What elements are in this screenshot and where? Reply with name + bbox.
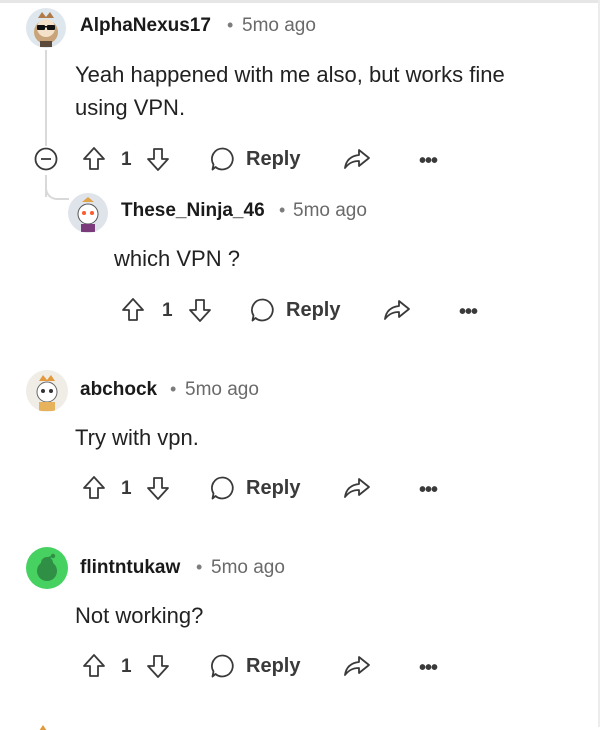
share-button[interactable] — [343, 654, 371, 678]
avatar[interactable] — [26, 8, 66, 48]
reply-label: Reply — [286, 298, 341, 321]
upvote-button[interactable] — [82, 653, 106, 679]
timestamp[interactable]: 5mo ago — [211, 557, 285, 579]
more-options-button[interactable]: ••• — [419, 479, 438, 502]
avatar[interactable] — [26, 370, 68, 412]
comment-body-line: Try with vpn. — [75, 425, 199, 450]
more-options-button[interactable]: ••• — [419, 150, 438, 173]
timestamp[interactable]: 5mo ago — [185, 379, 259, 401]
share-button[interactable] — [343, 476, 371, 500]
vote-count: 1 — [121, 149, 132, 170]
reply-bubble-icon — [250, 297, 276, 323]
upvote-button[interactable] — [121, 297, 145, 323]
downvote-arrow-icon — [146, 146, 170, 172]
reply-label: Reply — [246, 147, 301, 170]
vote-count: 1 — [162, 300, 173, 321]
timestamp[interactable]: 5mo ago — [293, 200, 367, 222]
timestamp[interactable]: 5mo ago — [242, 15, 316, 37]
collapse-button[interactable] — [34, 147, 58, 171]
comment-body-line: Yeah happened with me also, but works fi… — [75, 62, 505, 87]
upvote-arrow-icon — [121, 297, 145, 323]
avatar-image — [39, 725, 47, 730]
reply-bubble-icon — [210, 653, 236, 679]
upvote-button[interactable] — [82, 475, 106, 501]
upvote-arrow-icon — [82, 475, 106, 501]
reply-label: Reply — [246, 654, 301, 677]
reply-bubble-icon — [210, 146, 236, 172]
top-divider — [0, 0, 600, 3]
avatar[interactable] — [68, 193, 108, 233]
vote-count: 1 — [121, 656, 132, 677]
upvote-arrow-icon — [82, 653, 106, 679]
reply-button[interactable]: Reply — [210, 475, 300, 501]
thread-line — [45, 50, 47, 146]
username[interactable]: AlphaNexus17 — [80, 15, 211, 37]
avatar[interactable] — [26, 547, 68, 589]
downvote-arrow-icon — [146, 475, 170, 501]
separator-dot: • — [279, 200, 286, 220]
upvote-arrow-icon — [82, 146, 106, 172]
downvote-arrow-icon — [188, 297, 212, 323]
share-button[interactable] — [383, 298, 411, 322]
separator-dot: • — [170, 379, 177, 399]
downvote-button[interactable] — [146, 475, 170, 501]
share-arrow-icon — [383, 298, 411, 322]
avatar-image — [36, 375, 58, 411]
username[interactable]: flintntukaw — [80, 557, 180, 579]
more-options-button[interactable]: ••• — [459, 301, 478, 324]
more-options-button[interactable]: ••• — [419, 657, 438, 680]
share-arrow-icon — [343, 147, 371, 171]
comment-body-line: using VPN. — [75, 95, 186, 120]
vote-count: 1 — [121, 478, 132, 499]
separator-dot: • — [196, 557, 203, 577]
avatar-image — [77, 197, 99, 232]
username[interactable]: abchock — [80, 379, 157, 401]
reply-button[interactable]: Reply — [250, 297, 340, 323]
downvote-button[interactable] — [188, 297, 212, 323]
separator-dot: • — [227, 15, 234, 35]
comment-body-line: which VPN ? — [114, 246, 240, 271]
downvote-button[interactable] — [146, 653, 170, 679]
avatar-image — [34, 12, 58, 47]
share-button[interactable] — [343, 147, 371, 171]
next-comment-avatar-partial — [30, 718, 56, 730]
share-arrow-icon — [343, 476, 371, 500]
reply-connector — [45, 176, 69, 200]
upvote-button[interactable] — [82, 146, 106, 172]
reply-button[interactable]: Reply — [210, 146, 300, 172]
reply-button[interactable]: Reply — [210, 653, 300, 679]
downvote-arrow-icon — [146, 653, 170, 679]
reply-bubble-icon — [210, 475, 236, 501]
username[interactable]: These_Ninja_46 — [121, 200, 265, 222]
collapse-icon — [34, 147, 58, 171]
comment-body-line: Not working? — [75, 603, 204, 628]
downvote-button[interactable] — [146, 146, 170, 172]
share-arrow-icon — [343, 654, 371, 678]
reply-label: Reply — [246, 476, 301, 499]
avatar-image — [37, 553, 57, 581]
